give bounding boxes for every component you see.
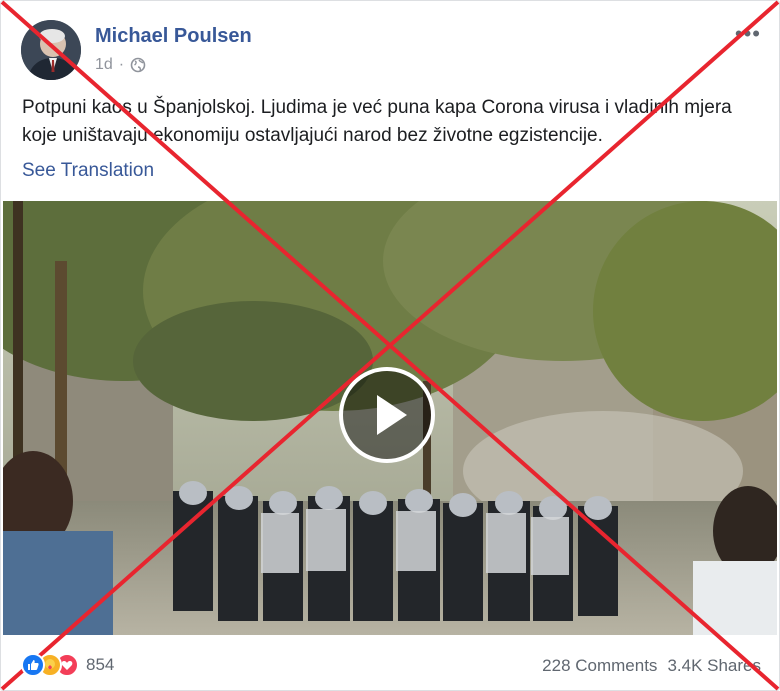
- post-footer: 854 228 Comments 3.4K Shares: [1, 647, 779, 687]
- facebook-post: Michael Poulsen 1d · ••• Potpuni kaos u …: [0, 0, 780, 691]
- meta-separator: ·: [118, 56, 125, 73]
- post-text: Potpuni kaos u Španjolskoj. Ljudima je v…: [22, 97, 732, 146]
- post-time[interactable]: 1d: [95, 56, 113, 74]
- avatar[interactable]: [21, 20, 81, 80]
- author-name[interactable]: Michael Poulsen: [95, 25, 252, 48]
- post-meta: 1d ·: [95, 56, 146, 74]
- comments-count[interactable]: 228 Comments: [542, 656, 657, 676]
- play-button[interactable]: [339, 367, 435, 463]
- video-player[interactable]: [3, 201, 777, 635]
- engagement-counts: 228 Comments 3.4K Shares: [542, 656, 761, 676]
- shares-count[interactable]: 3.4K Shares: [667, 656, 761, 676]
- more-options-button[interactable]: •••: [735, 21, 761, 47]
- play-icon: [377, 395, 407, 435]
- globe-icon: [130, 57, 146, 73]
- avatar-photo: [21, 20, 81, 80]
- like-icon: [21, 653, 45, 677]
- reactions-summary[interactable]: 854: [21, 653, 114, 677]
- reaction-count: 854: [86, 655, 115, 674]
- see-translation-link[interactable]: See Translation: [22, 160, 154, 182]
